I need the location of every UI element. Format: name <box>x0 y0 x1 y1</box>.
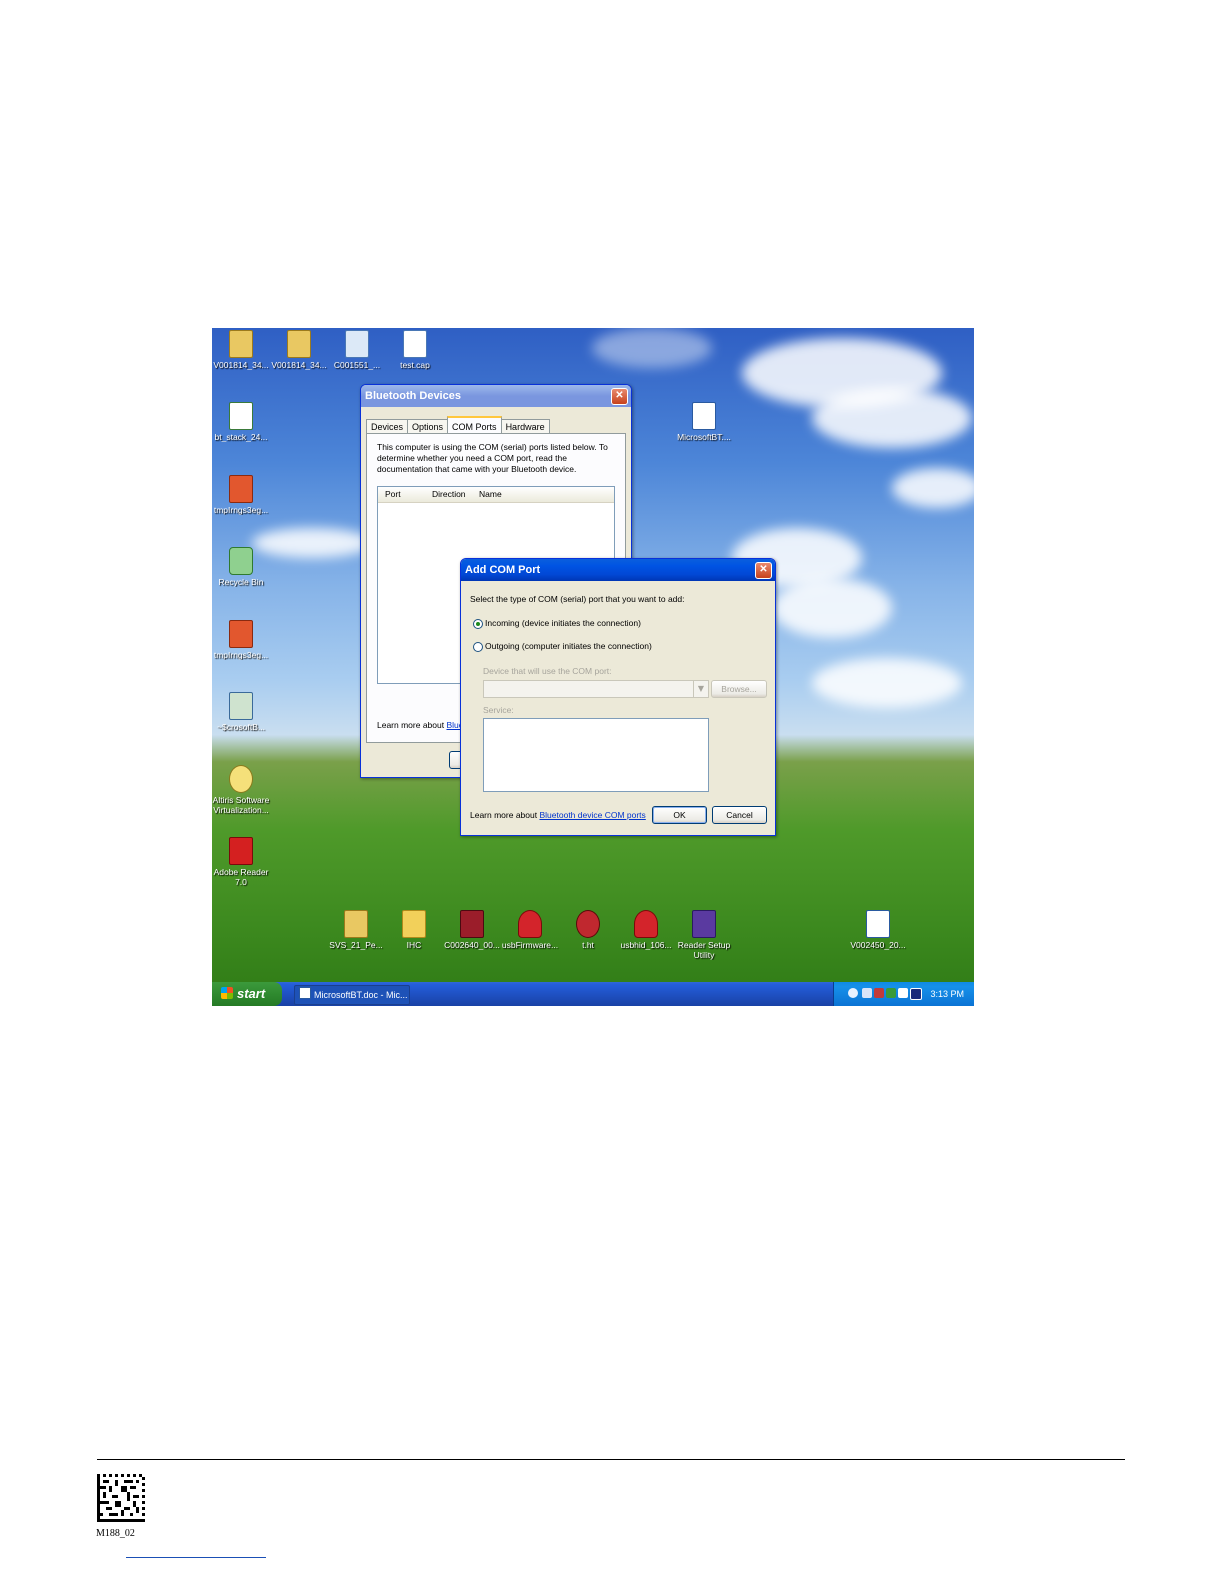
column-name[interactable]: Name <box>479 487 502 502</box>
desktop-screenshot: V001814_34... V001814_34... C001551_... … <box>212 328 974 1006</box>
footer-rule <box>97 1459 1125 1460</box>
document-icon <box>345 330 369 358</box>
firmware-icon <box>518 910 542 938</box>
desktop-icon[interactable]: C001551_... <box>325 330 389 370</box>
bluetooth-devices-titlebar[interactable]: Bluetooth Devices ✕ <box>361 385 631 407</box>
archive-icon <box>229 620 253 648</box>
desktop-icon[interactable]: Adobe Reader 7.0 <box>212 837 273 887</box>
desktop-icon[interactable]: bt_stack_24... <box>212 402 273 442</box>
column-port[interactable]: Port <box>385 487 401 502</box>
add-com-port-dialog: Add COM Port ✕ Select the type of COM (s… <box>460 558 776 836</box>
bluetooth-tray-icon[interactable] <box>848 988 858 998</box>
adobe-reader-icon <box>229 837 253 865</box>
desktop-icon[interactable]: Reader Setup Utility <box>672 910 736 960</box>
hyperterminal-icon <box>576 910 600 938</box>
list-header: Port Direction Name <box>378 487 614 503</box>
tab-options[interactable]: Options <box>407 419 449 434</box>
zip-folder-icon <box>287 330 311 358</box>
desktop-icon[interactable]: ~$crosoftB... <box>212 692 273 732</box>
word-document-icon <box>866 910 890 938</box>
recycle-bin-icon <box>229 547 253 575</box>
desktop-icon[interactable]: IHC <box>382 910 446 950</box>
network-tray-icon[interactable] <box>862 988 872 998</box>
device-label: Device that will use the COM port: <box>483 666 612 676</box>
ok-button[interactable]: OK <box>652 806 707 824</box>
com-ports-description: This computer is using the COM (serial) … <box>377 442 608 474</box>
desktop-icon[interactable]: usbhid_106... <box>614 910 678 950</box>
desktop-icon[interactable]: tmpIrngs3eg... <box>212 475 273 515</box>
service-label: Service: <box>483 705 514 715</box>
tab-strip: Devices Options COM Ports Hardware <box>366 415 550 434</box>
folder-icon <box>402 910 426 938</box>
cancel-button[interactable]: Cancel <box>712 806 767 824</box>
desktop-icon[interactable]: V001814_34... <box>267 330 331 370</box>
desktop-icon[interactable]: V002450_20... <box>846 910 910 950</box>
start-button[interactable]: start <box>212 982 282 1006</box>
desktop-icon[interactable]: tmpIrngs3eg... <box>212 620 273 660</box>
close-icon[interactable]: ✕ <box>611 388 628 405</box>
close-icon[interactable]: ✕ <box>755 562 772 579</box>
desktop-icon[interactable]: t.ht <box>556 910 620 950</box>
com-ports-help-link[interactable]: Bluetooth device COM ports <box>539 810 645 820</box>
clock: 3:13 PM <box>930 989 964 999</box>
video-file-icon <box>460 910 484 938</box>
chevron-down-icon[interactable]: ▼ <box>693 681 708 697</box>
desktop-icon[interactable]: MicrosoftBT.... <box>672 402 736 442</box>
add-com-port-titlebar[interactable]: Add COM Port ✕ <box>461 559 775 581</box>
device-select[interactable]: ▼ <box>483 680 709 698</box>
altiris-icon <box>229 765 253 793</box>
desktop-icon[interactable]: V001814_34... <box>212 330 273 370</box>
word-document-icon <box>692 402 716 430</box>
tab-com-ports[interactable]: COM Ports <box>447 416 502 434</box>
tab-devices[interactable]: Devices <box>366 419 409 434</box>
zip-folder-icon <box>229 330 253 358</box>
dialog-title: Add COM Port <box>465 564 541 576</box>
windows-logo-icon <box>221 987 233 999</box>
desktop-icon[interactable]: usbFirmware... <box>498 910 562 950</box>
tab-hardware[interactable]: Hardware <box>500 419 550 434</box>
window-title: Bluetooth Devices <box>365 390 461 402</box>
column-direction[interactable]: Direction <box>432 487 466 502</box>
security-tray-icon[interactable] <box>886 988 896 998</box>
learn-more-text: Learn more about Blueto <box>377 720 471 730</box>
com-type-prompt: Select the type of COM (serial) port tha… <box>470 594 685 604</box>
taskbar: start MicrosoftBT.doc - Mic... 3:13 PM <box>212 982 974 1006</box>
radio-selected-icon <box>473 618 483 629</box>
word-document-icon <box>229 692 253 720</box>
text-file-icon <box>403 330 427 358</box>
data-matrix-code <box>97 1474 145 1522</box>
desktop-icon[interactable]: C002640_00... <box>440 910 504 950</box>
radio-unselected-icon <box>473 641 483 652</box>
word-icon <box>299 987 311 999</box>
antivirus-tray-icon[interactable] <box>874 988 884 998</box>
system-tray: 3:13 PM <box>833 982 974 1006</box>
outgoing-radio[interactable]: Outgoing (computer initiates the connect… <box>473 641 652 652</box>
zip-folder-icon <box>344 910 368 938</box>
desktop-icon[interactable]: Altiris Software Virtualization... <box>212 765 273 815</box>
learn-more-text: Learn more about Bluetooth device COM po… <box>470 810 646 820</box>
desktop-icon[interactable]: test.cap <box>383 330 447 370</box>
setup-utility-icon <box>692 910 716 938</box>
firmware-icon <box>634 910 658 938</box>
desktop-icon[interactable]: SVS_21_Pe... <box>324 910 388 950</box>
code-label: M188_02 <box>96 1528 135 1539</box>
installer-icon <box>229 402 253 430</box>
incoming-radio[interactable]: Incoming (device initiates the connectio… <box>473 618 641 629</box>
footer-link-underline[interactable] <box>126 1557 266 1558</box>
media-tray-icon[interactable] <box>898 988 908 998</box>
service-textbox[interactable] <box>483 718 709 792</box>
browse-button[interactable]: Browse... <box>711 680 767 698</box>
display-tray-icon[interactable] <box>910 988 922 1000</box>
taskbar-item-word[interactable]: MicrosoftBT.doc - Mic... <box>294 985 410 1005</box>
archive-icon <box>229 475 253 503</box>
desktop-icon[interactable]: Recycle Bin <box>212 547 273 587</box>
